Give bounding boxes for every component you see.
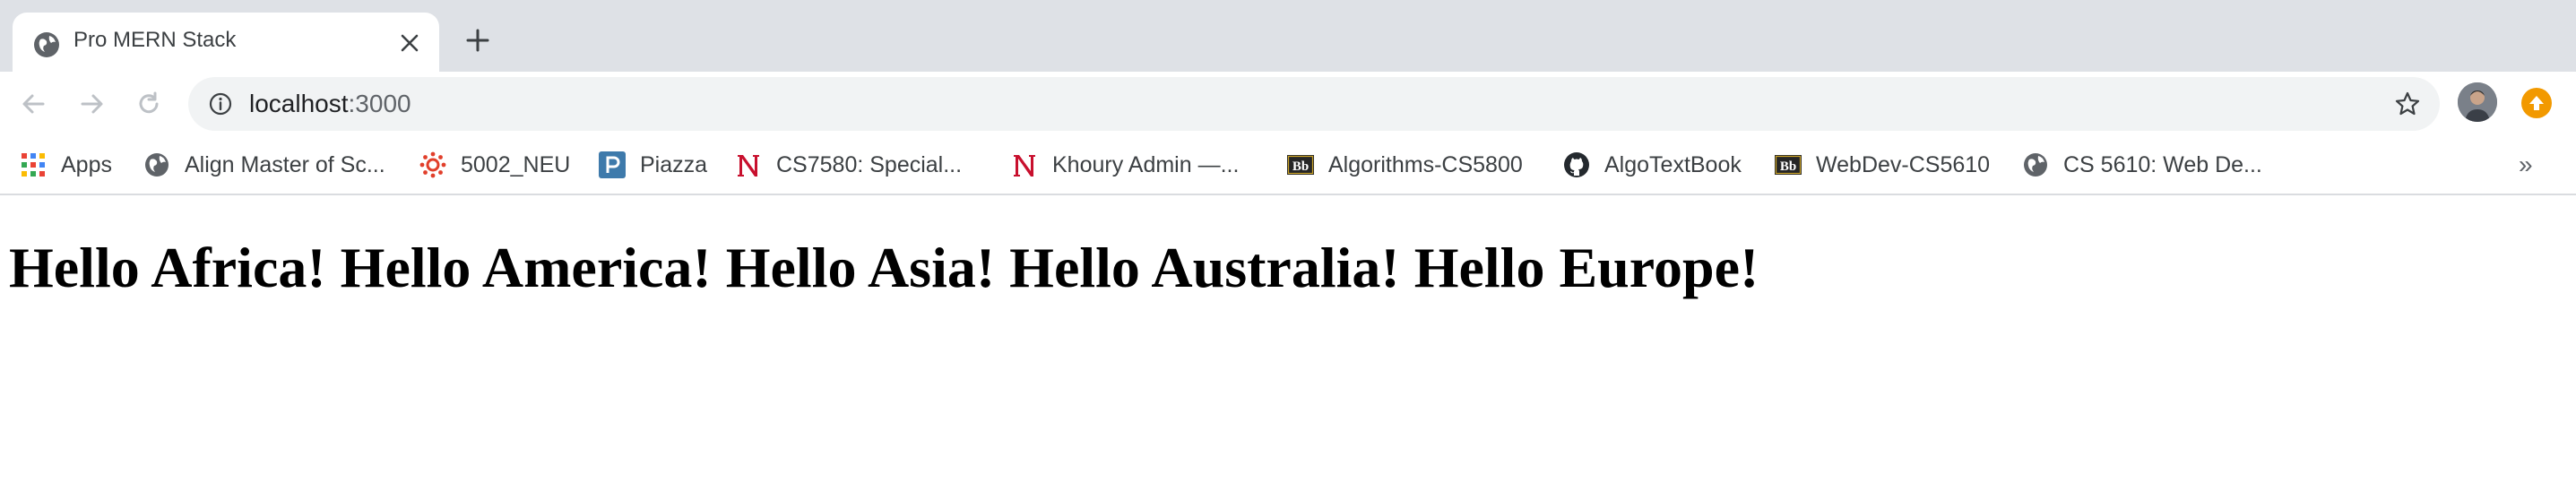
new-tab-icon[interactable] bbox=[464, 27, 491, 54]
globe-icon bbox=[2024, 153, 2047, 177]
close-tab-icon[interactable] bbox=[398, 31, 421, 55]
reload-icon[interactable] bbox=[131, 86, 167, 122]
update-available-icon[interactable] bbox=[2521, 88, 2552, 118]
bookmark-label: AlgoTextBook bbox=[1604, 151, 1742, 177]
piazza-icon bbox=[599, 151, 626, 178]
blackboard-icon: Bb bbox=[1775, 155, 1802, 175]
up-arrow-icon bbox=[2529, 96, 2544, 110]
bookmark-piazza[interactable]: Piazza bbox=[599, 145, 707, 185]
github-icon bbox=[1564, 152, 1589, 177]
url-host: localhost bbox=[249, 90, 349, 117]
globe-icon bbox=[145, 153, 169, 177]
bookmark-algorithms-cs5800[interactable]: Bb Algorithms-CS5800 bbox=[1287, 145, 1523, 185]
northeastern-n-icon bbox=[738, 155, 759, 177]
globe-icon bbox=[34, 32, 59, 57]
bookmark-cs5610-webdev[interactable]: CS 5610: Web De... bbox=[2022, 145, 2262, 185]
bookmark-5002-neu[interactable]: 5002_NEU bbox=[419, 145, 570, 185]
more-bookmarks-chevron-icon[interactable]: » bbox=[2519, 151, 2533, 179]
svg-text:Bb: Bb bbox=[1292, 159, 1309, 174]
svg-text:Bb: Bb bbox=[1780, 159, 1796, 174]
browser-toolbar: localhost:3000 bbox=[0, 72, 2576, 136]
address-bar[interactable]: localhost:3000 bbox=[188, 77, 2440, 131]
browser-tab[interactable]: Pro MERN Stack bbox=[13, 13, 439, 72]
bookmark-align-master[interactable]: Align Master of Sc... bbox=[143, 145, 385, 185]
bookmark-label: Align Master of Sc... bbox=[185, 151, 385, 177]
bookmark-label: CS7580: Special... bbox=[776, 151, 963, 177]
page-content: Hello Africa! Hello America! Hello Asia!… bbox=[9, 235, 1759, 301]
profile-avatar[interactable] bbox=[2458, 82, 2497, 122]
bookmark-label: 5002_NEU bbox=[461, 151, 571, 177]
bookmark-khoury-admin[interactable]: Khoury Admin —... bbox=[1011, 145, 1239, 185]
canvas-icon bbox=[419, 151, 446, 178]
apps-grid-icon bbox=[22, 153, 45, 177]
tab-title: Pro MERN Stack bbox=[73, 28, 237, 52]
page-heading: Hello Africa! Hello America! Hello Asia!… bbox=[9, 236, 1759, 299]
bookmark-label: Apps bbox=[61, 151, 112, 177]
blackboard-icon: Bb bbox=[1287, 155, 1314, 175]
bookmark-cs7580[interactable]: CS7580: Special... bbox=[735, 145, 962, 185]
bookmark-label: Algorithms-CS5800 bbox=[1328, 151, 1523, 177]
back-arrow-icon[interactable] bbox=[16, 86, 52, 122]
bookmark-algotextbook[interactable]: AlgoTextBook bbox=[1563, 145, 1742, 185]
site-info-icon[interactable] bbox=[208, 91, 233, 116]
bookmarks-bar: Apps Align Master of Sc... 5002_NEU Piaz… bbox=[0, 136, 2576, 195]
bookmark-label: CS 5610: Web De... bbox=[2063, 151, 2262, 177]
bookmark-webdev-cs5610[interactable]: Bb WebDev-CS5610 bbox=[1775, 145, 1990, 185]
bookmark-label: WebDev-CS5610 bbox=[1816, 151, 1991, 177]
bookmark-star-icon[interactable] bbox=[2393, 90, 2422, 118]
bookmark-apps[interactable]: Apps bbox=[20, 145, 112, 185]
bookmark-label: Piazza bbox=[640, 151, 708, 177]
url-port: :3000 bbox=[348, 90, 411, 117]
address-url[interactable]: localhost:3000 bbox=[249, 90, 411, 118]
bookmark-label: Khoury Admin —... bbox=[1052, 151, 1240, 177]
tab-strip: Pro MERN Stack bbox=[0, 0, 2576, 72]
forward-arrow-icon[interactable] bbox=[73, 86, 109, 122]
northeastern-n-icon bbox=[1014, 155, 1035, 177]
avatar-image bbox=[2458, 82, 2497, 122]
